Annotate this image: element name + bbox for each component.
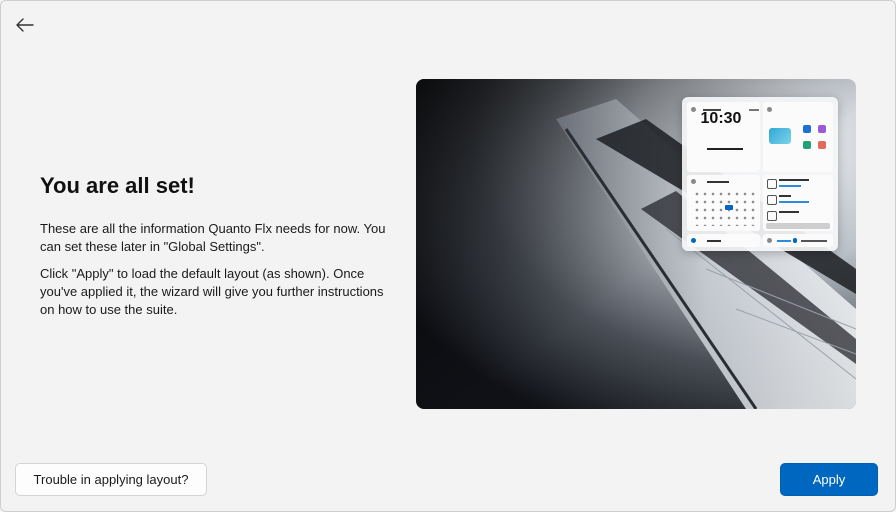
arrow-left-icon [16,18,34,32]
clock-widget: 10:30 [687,102,760,172]
tasks-widget [763,175,833,231]
page-title: You are all set! [40,173,195,198]
calendar-widget [687,175,760,231]
clock-time: 10:30 [700,110,742,127]
back-button[interactable] [11,11,39,39]
instructions-paragraph: Click "Apply" to load the default layout… [40,266,384,317]
trouble-applying-layout-button[interactable]: Trouble in applying layout? [15,463,207,496]
status-widget-right [763,234,833,247]
info-paragraph: These are all the information Quanto Flx… [40,221,386,254]
apps-widget [763,102,833,172]
status-widget-left [687,234,760,247]
apply-button[interactable]: Apply [780,463,878,496]
layout-preview-image: 10:30 [416,79,856,409]
setup-wizard-window: You are all set! These are all the infor… [0,0,896,512]
widget-layout-preview: 10:30 [682,97,838,251]
